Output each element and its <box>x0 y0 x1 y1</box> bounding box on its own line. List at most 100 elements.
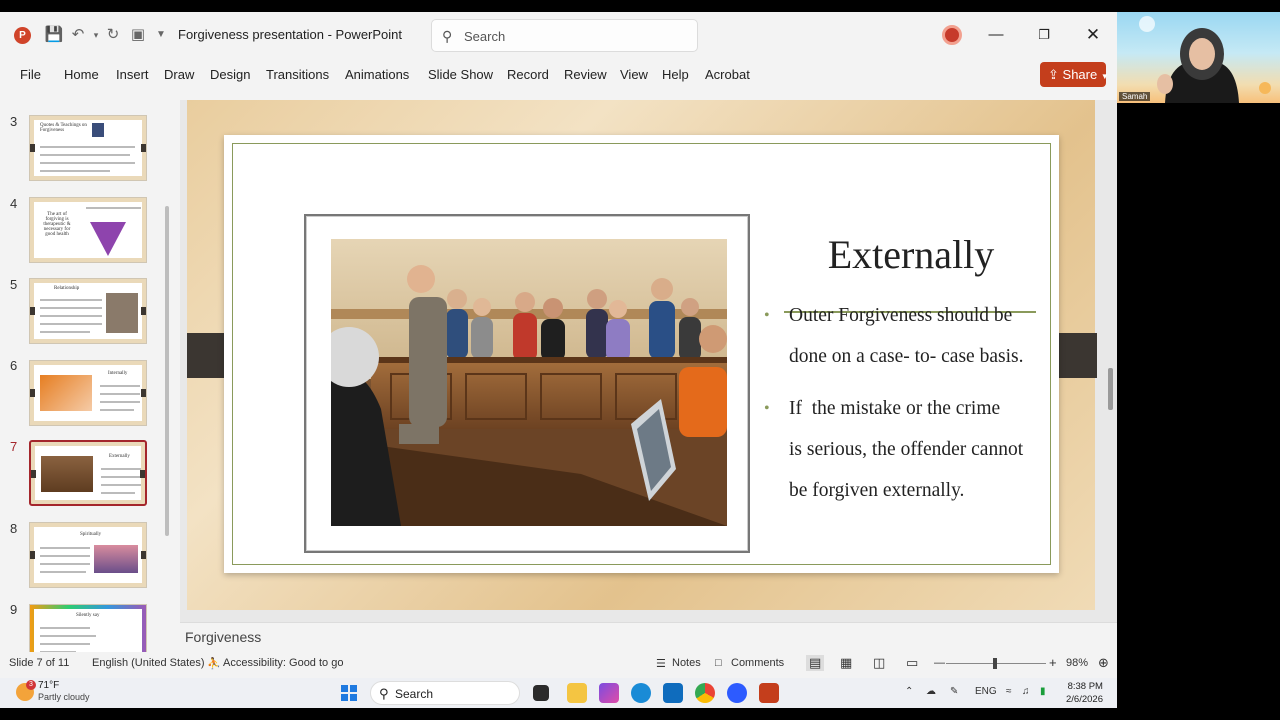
thumbnail-slide-4[interactable]: The art of forgiving is therapeutic & ne… <box>29 197 147 263</box>
powerpoint-taskbar-icon[interactable] <box>759 683 779 703</box>
weather-desc: Partly cloudy <box>38 692 90 702</box>
thumbnails-scrollbar[interactable] <box>164 106 170 636</box>
volume-icon[interactable]: ♫ <box>1022 686 1030 697</box>
tab-insert[interactable]: Insert <box>116 67 149 82</box>
bullet-dot: • <box>764 307 770 324</box>
thumb-number: 6 <box>10 358 18 373</box>
thumb-title: Spiritually <box>80 532 102 537</box>
notes-button[interactable]: Notes <box>672 657 701 669</box>
redo-icon[interactable]: ↻ <box>103 25 123 45</box>
copilot-icon[interactable] <box>599 683 619 703</box>
edge-icon[interactable] <box>631 683 651 703</box>
tab-review[interactable]: Review <box>564 67 607 82</box>
powerpoint-logo-icon: P <box>14 27 31 44</box>
minimize-icon[interactable]: — <box>984 23 1008 47</box>
tab-draw[interactable]: Draw <box>164 67 194 82</box>
comments-button[interactable]: Comments <box>731 657 784 669</box>
title-bar: P 💾 ↶ ▾ ↻ ▣ ▼ Forgiveness presentation -… <box>0 12 1117 58</box>
thumbnail-slide-9[interactable]: Silently say <box>29 604 147 652</box>
tab-record[interactable]: Record <box>507 67 549 82</box>
tab-animations[interactable]: Animations <box>345 67 409 82</box>
taskbar-search[interactable]: ⚲ Search <box>370 681 520 705</box>
close-icon[interactable]: ✕ <box>1081 23 1105 47</box>
language-indicator[interactable]: ENG <box>975 686 997 697</box>
zoom-app-icon[interactable] <box>727 683 747 703</box>
battery-icon[interactable]: ▮ <box>1040 686 1046 697</box>
tab-home[interactable]: Home <box>64 67 99 82</box>
bullet-1-line-2: done on a case- to- case basis. <box>789 346 1024 367</box>
clock-date: 2/6/2026 <box>1066 694 1103 705</box>
accessibility-icon: ⛹ <box>207 658 221 670</box>
slide-sorter-icon[interactable]: ▦ <box>840 655 852 671</box>
system-clock[interactable]: 8:38 PM 2/6/2026 <box>1066 680 1103 706</box>
cloud-icon[interactable]: ☁ <box>926 686 936 697</box>
pen-icon[interactable]: ✎ <box>950 686 958 697</box>
chrome-icon[interactable] <box>695 683 715 703</box>
undo-icon[interactable]: ↶ <box>68 25 88 45</box>
outlook-icon[interactable] <box>663 683 683 703</box>
save-icon[interactable]: 💾 <box>44 25 64 45</box>
tab-acrobat[interactable]: Acrobat <box>705 67 750 82</box>
thumb-number: 7 <box>10 439 18 454</box>
thumbnail-slide-6[interactable]: Internally <box>29 360 147 426</box>
tab-view[interactable]: View <box>620 67 648 82</box>
share-button[interactable]: ⇪ Share ▼ <box>1040 62 1109 87</box>
start-icon[interactable] <box>339 683 359 703</box>
thumbnail-slide-5[interactable]: Relationship <box>29 278 147 344</box>
customize-qat-icon[interactable]: ▼ <box>151 25 171 45</box>
notes-pane[interactable]: Forgiveness <box>180 622 1117 652</box>
notes-text[interactable]: Forgiveness <box>185 629 261 645</box>
thumb-number: 3 <box>10 114 18 129</box>
accessibility-status[interactable]: Accessibility: Good to go <box>223 657 343 669</box>
comments-icon: □ <box>715 657 722 669</box>
present-icon[interactable]: ▣ <box>128 25 148 45</box>
clock-time: 8:38 PM <box>1067 681 1103 692</box>
slide-title[interactable]: Externally <box>784 231 1038 278</box>
slideshow-icon[interactable]: ▭ <box>906 655 918 671</box>
tab-file[interactable]: File <box>20 67 41 82</box>
thumb-title: The art of forgiving is therapeutic & ne… <box>43 212 71 237</box>
slide-thumbnails-pane: 3 Quotes & Teachings on Forgiveness 4 Th… <box>0 100 176 652</box>
webcam-person <box>1139 16 1271 103</box>
tab-design[interactable]: Design <box>210 67 250 82</box>
weather-badge: 3 <box>26 680 36 690</box>
task-view-icon[interactable] <box>533 685 549 701</box>
screen: P 💾 ↶ ▾ ↻ ▣ ▼ Forgiveness presentation -… <box>0 0 1280 720</box>
zoom-in-icon[interactable]: + <box>1049 655 1057 670</box>
courtroom-photo[interactable] <box>331 239 727 526</box>
bullet-dot: • <box>764 400 770 417</box>
current-slide[interactable]: Externally • Outer Forgiveness should be… <box>187 100 1097 610</box>
bullet-2-line-1: If the mistake or the crime <box>789 398 1001 419</box>
file-explorer-icon[interactable] <box>567 683 587 703</box>
fit-slide-icon[interactable]: ⊕ <box>1098 655 1109 671</box>
language-status[interactable]: English (United States) <box>92 657 205 669</box>
search-icon: ⚲ <box>379 686 389 701</box>
tab-transitions[interactable]: Transitions <box>266 67 329 82</box>
normal-view-icon[interactable]: ▤ <box>806 655 825 671</box>
thumb-title: Internally <box>108 371 128 376</box>
thumbnail-slide-3[interactable]: Quotes & Teachings on Forgiveness <box>29 115 147 181</box>
search-box[interactable]: ⚲ <box>431 19 698 52</box>
ribbon-tabs: File Home Insert Draw Design Transitions… <box>0 62 1117 88</box>
notes-icon: ☰ <box>656 658 666 670</box>
zoom-level[interactable]: 98% <box>1066 657 1088 669</box>
thumbnail-slide-7[interactable]: Externally <box>29 440 147 506</box>
wifi-icon[interactable]: ≈ <box>1006 686 1012 697</box>
account-icon[interactable] <box>942 25 962 45</box>
picture-frame[interactable] <box>304 214 750 553</box>
thumb-title: Silently say <box>76 613 100 618</box>
thumb-title: Relationship <box>54 286 80 291</box>
restore-icon[interactable]: ❐ <box>1032 23 1056 47</box>
search-input[interactable] <box>464 26 684 46</box>
thumb-number: 9 <box>10 602 18 617</box>
reading-view-icon[interactable]: ◫ <box>873 655 885 671</box>
zoom-out-icon[interactable]: — <box>934 657 945 669</box>
zoom-slider-handle[interactable] <box>993 658 997 669</box>
thumbnail-slide-8[interactable]: Spiritually <box>29 522 147 588</box>
slide-scrollbar[interactable] <box>1106 100 1116 620</box>
show-hidden-icons-icon[interactable]: ⌃ <box>905 686 913 697</box>
slide-card: Externally • Outer Forgiveness should be… <box>224 135 1059 573</box>
share-icon: ⇪ <box>1048 67 1059 82</box>
tab-help[interactable]: Help <box>662 67 689 82</box>
tab-slide-show[interactable]: Slide Show <box>428 67 493 82</box>
